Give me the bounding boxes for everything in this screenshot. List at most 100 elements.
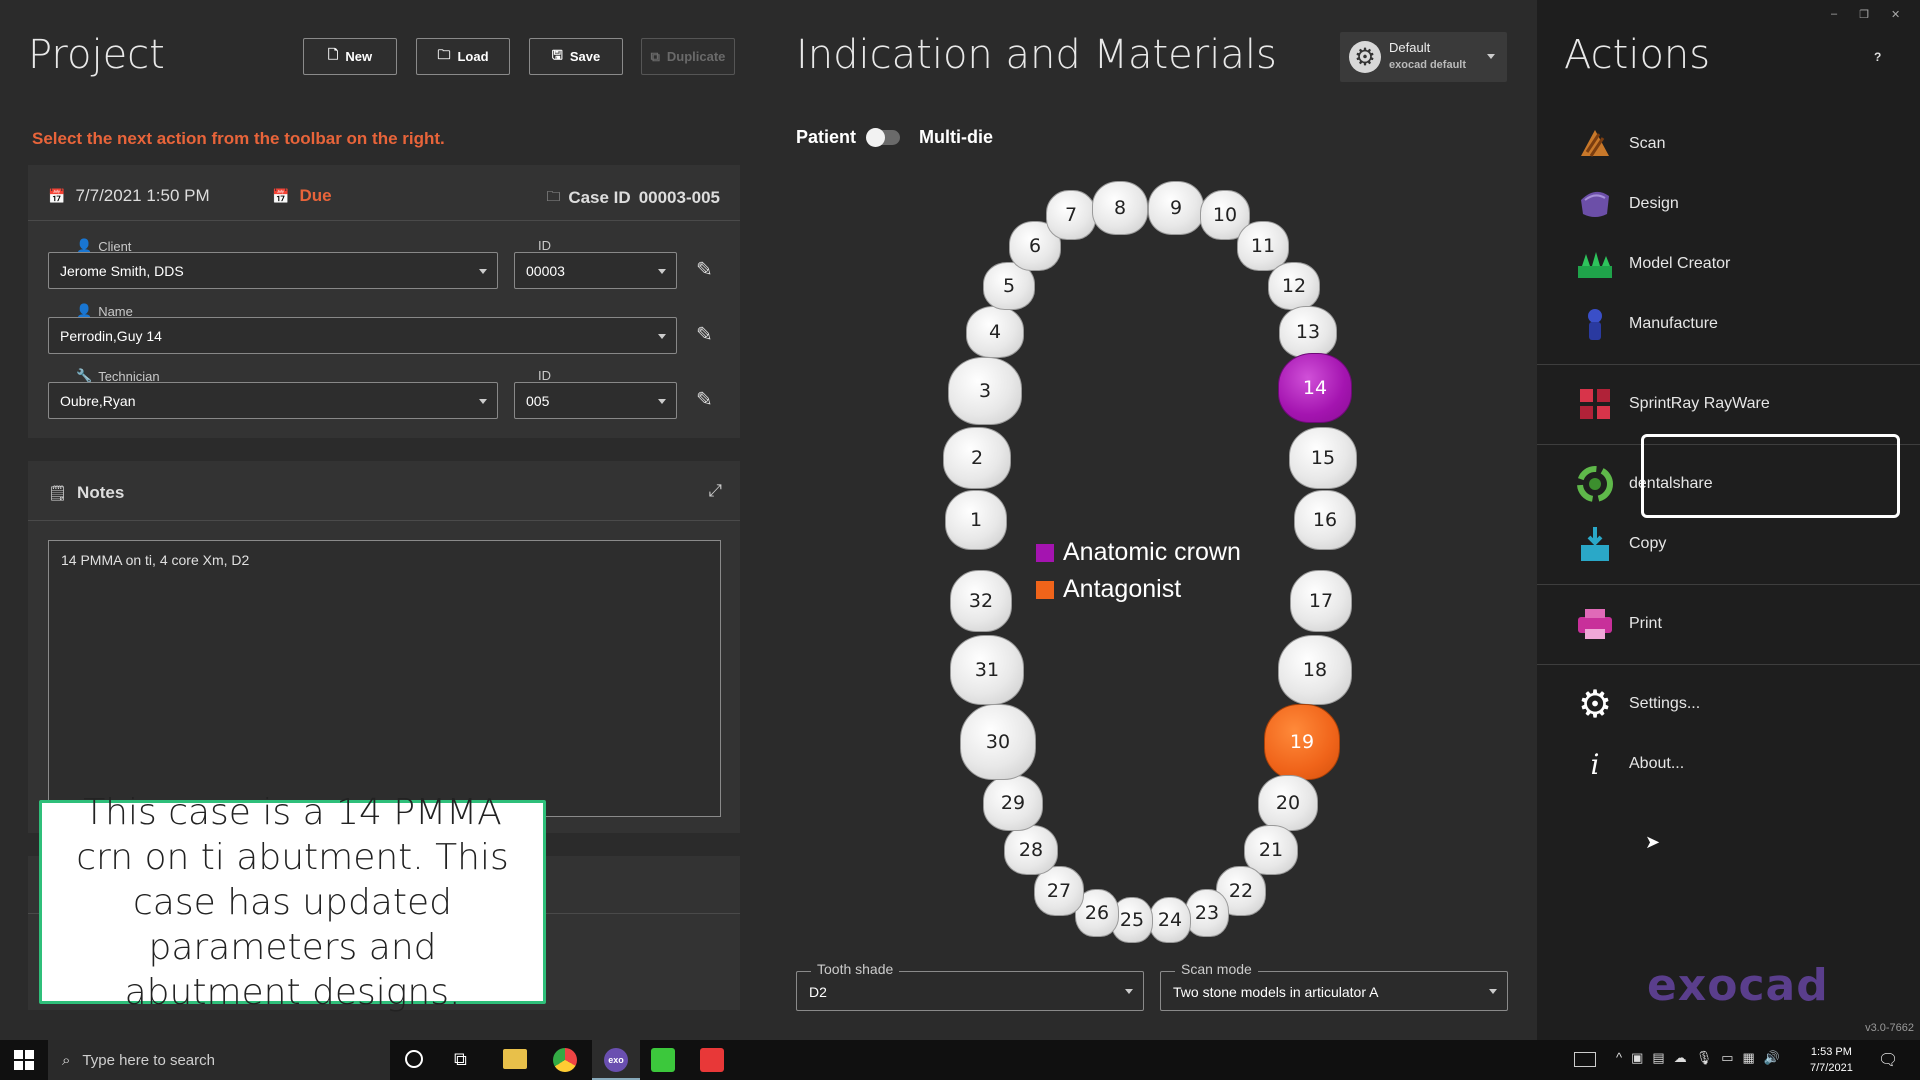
taskbar-search[interactable]: ⌕ Type here to search — [48, 1040, 390, 1080]
edit-client-pencil-icon[interactable]: ✎ — [696, 257, 713, 282]
client-id-label: ID — [538, 238, 551, 253]
legend-item-anatomic-crown: Anatomic crown — [1036, 538, 1241, 567]
action-design[interactable]: Design — [1575, 184, 1679, 224]
tooth-3[interactable]: 3 — [948, 357, 1022, 425]
notes-card: 🗒 Notes ⤢ 14 PMMA on ti, 4 core Xm, D2 — [28, 461, 740, 833]
tooth-17[interactable]: 17 — [1290, 570, 1352, 632]
tooth-shade-dropdown[interactable]: Tooth shade D2 — [796, 961, 1144, 1011]
chevron-down-icon — [658, 399, 666, 404]
tooth-20[interactable]: 20 — [1258, 775, 1318, 831]
scan-mode-dropdown[interactable]: Scan mode Two stone models in articulato… — [1160, 961, 1508, 1011]
minimize-icon[interactable]: – — [1831, 8, 1837, 21]
load-button[interactable]: 🗀 Load — [416, 38, 510, 75]
duplicate-button[interactable]: ⧉ Duplicate — [641, 38, 735, 75]
volume-icon[interactable]: 🔊 — [1764, 1050, 1780, 1066]
chrome-icon[interactable] — [553, 1048, 577, 1072]
cloud-icon[interactable]: ☁ — [1674, 1050, 1687, 1066]
tooth-legend: Anatomic crown Antagonist — [1036, 538, 1241, 604]
cortana-icon[interactable] — [405, 1050, 423, 1068]
close-icon[interactable]: ✕ — [1891, 8, 1900, 21]
tooth-32[interactable]: 32 — [950, 570, 1012, 632]
indication-title: Indication and Materials — [796, 32, 1277, 78]
taskbar-exocad-app[interactable]: exo — [592, 1040, 640, 1080]
tooth-8[interactable]: 8 — [1092, 181, 1148, 235]
gear-icon: ⚙ — [1349, 41, 1381, 73]
tooth-31[interactable]: 31 — [950, 635, 1024, 705]
tooth-13[interactable]: 13 — [1279, 306, 1337, 358]
save-button[interactable]: 🖫 Save — [529, 38, 623, 75]
notes-header: 🗒 Notes — [48, 483, 125, 502]
expand-icon[interactable]: ⤢ — [708, 481, 722, 501]
mouse-cursor-icon: ➤ — [1645, 832, 1661, 852]
action-settings[interactable]: ⚙ Settings... — [1575, 684, 1700, 726]
notes-icon: 🗒 — [48, 485, 68, 502]
new-button[interactable]: 🗋 New — [303, 38, 397, 75]
exocad-logo: exocad — [1647, 960, 1829, 1011]
actions-panel: Actions ? Scan Design Model Creator Manu… — [1537, 0, 1920, 1040]
tray-app-icon[interactable]: ▤ — [1652, 1050, 1664, 1066]
tooth-12[interactable]: 12 — [1268, 262, 1320, 310]
exocad-app-icon: exo — [604, 1048, 628, 1072]
edit-name-pencil-icon[interactable]: ✎ — [696, 322, 713, 347]
technician-dropdown[interactable]: Oubre,Ryan — [48, 382, 498, 419]
file-explorer-icon[interactable] — [503, 1049, 527, 1069]
technician-id-label: ID — [538, 368, 551, 383]
chevron-up-icon[interactable]: ^ — [1616, 1050, 1622, 1066]
tooth-7[interactable]: 7 — [1046, 190, 1096, 240]
patient-multidie-toggle[interactable] — [866, 128, 900, 147]
task-view-icon[interactable]: ⧉ — [454, 1049, 467, 1070]
notes-textarea[interactable]: 14 PMMA on ti, 4 core Xm, D2 — [48, 540, 721, 817]
action-print[interactable]: Print — [1575, 604, 1662, 644]
tooth-9[interactable]: 9 — [1148, 181, 1204, 235]
restore-icon[interactable]: ❐ — [1859, 8, 1869, 21]
divider — [1537, 584, 1920, 585]
tray-app-icon[interactable]: ▣ — [1631, 1050, 1643, 1066]
network-icon[interactable]: ▦ — [1743, 1050, 1755, 1066]
green-app-icon[interactable] — [651, 1048, 675, 1072]
help-button[interactable]: ? — [1874, 50, 1881, 64]
action-about[interactable]: i About... — [1575, 744, 1685, 784]
tooth-1[interactable]: 1 — [945, 490, 1007, 550]
tooth-15[interactable]: 15 — [1289, 427, 1357, 489]
tutorial-caption: This case is a 14 PMMA crn on ti abutmen… — [39, 792, 546, 1013]
divider — [28, 220, 740, 221]
toggle-knob — [866, 128, 885, 147]
tooth-24[interactable]: 24 — [1149, 897, 1191, 943]
keyboard-icon[interactable] — [1574, 1052, 1596, 1067]
print-icon — [1575, 604, 1615, 644]
tooth-18[interactable]: 18 — [1278, 635, 1352, 705]
action-copy[interactable]: Copy — [1575, 524, 1666, 564]
edit-technician-pencil-icon[interactable]: ✎ — [696, 387, 713, 412]
tooth-30[interactable]: 30 — [960, 704, 1036, 780]
microphone-icon[interactable]: 🎙 — [1696, 1050, 1713, 1066]
tooth-14[interactable]: 14 — [1278, 353, 1352, 423]
chevron-down-icon — [658, 334, 666, 339]
new-file-icon: 🗋 — [327, 46, 339, 62]
tooth-4[interactable]: 4 — [966, 306, 1024, 358]
tooth-16[interactable]: 16 — [1294, 490, 1356, 550]
folder-icon: 🗀 — [546, 188, 561, 204]
red-app-icon[interactable] — [700, 1048, 724, 1072]
toggle-patient-label: Patient — [796, 127, 857, 147]
due-date[interactable]: 📅 Due — [272, 186, 332, 206]
notifications-icon[interactable]: 🗨 — [1878, 1050, 1898, 1070]
calendar-due-icon: 📅 — [272, 187, 290, 204]
tooth-23[interactable]: 23 — [1185, 889, 1229, 937]
battery-icon[interactable]: ▭ — [1721, 1050, 1733, 1066]
action-model-creator[interactable]: Model Creator — [1575, 244, 1730, 284]
action-manufacture[interactable]: Manufacture — [1575, 304, 1718, 344]
taskbar-clock[interactable]: 1:53 PM 7/7/2021 — [1810, 1044, 1853, 1076]
client-id-dropdown[interactable]: 00003 — [514, 252, 677, 289]
action-sprintray-rayware[interactable]: SprintRay RayWare — [1575, 384, 1770, 424]
tooth-2[interactable]: 2 — [943, 427, 1011, 489]
client-dropdown[interactable]: Jerome Smith, DDS — [48, 252, 498, 289]
action-scan[interactable]: Scan — [1575, 124, 1665, 164]
profile-dropdown[interactable]: ⚙ Default exocad default — [1340, 32, 1507, 82]
tooth-29[interactable]: 29 — [983, 775, 1043, 831]
windows-start-icon[interactable] — [14, 1050, 34, 1070]
tooth-28[interactable]: 28 — [1004, 825, 1058, 875]
tooth-19[interactable]: 19 — [1264, 704, 1340, 780]
patient-name-dropdown[interactable]: Perrodin,Guy 14 — [48, 317, 677, 354]
technician-id-dropdown[interactable]: 005 — [514, 382, 677, 419]
floppy-icon: 🖫 — [551, 46, 563, 62]
